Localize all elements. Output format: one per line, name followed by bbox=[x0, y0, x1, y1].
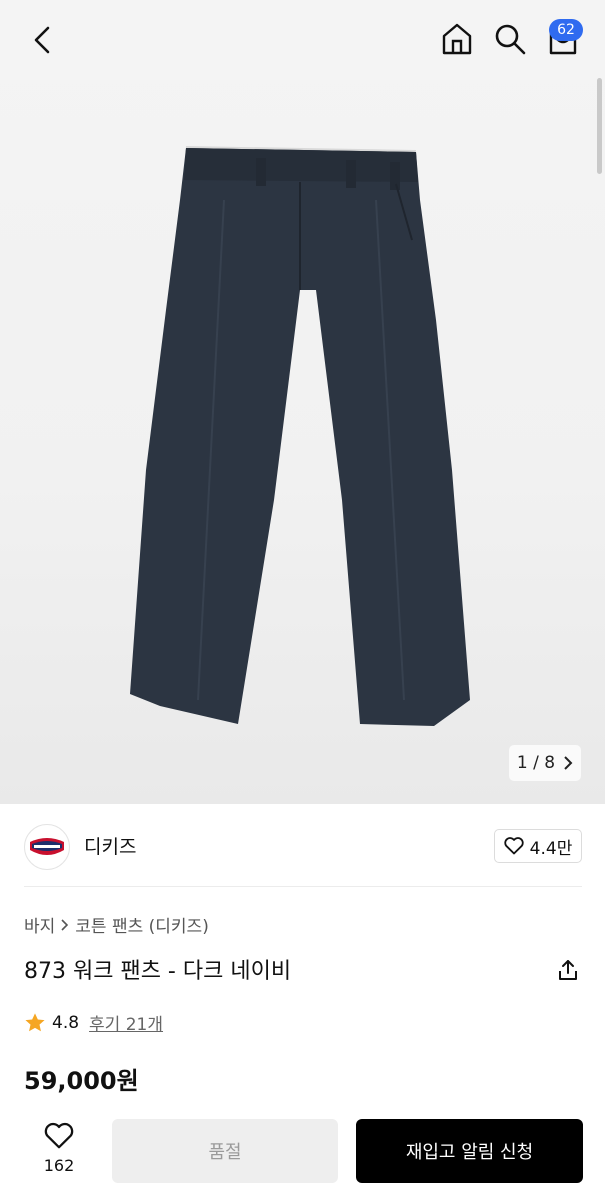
bottom-action-bar: 162 품절 재입고 알림 신청 bbox=[0, 1104, 605, 1200]
wishlist-button[interactable]: 162 bbox=[30, 1122, 88, 1182]
brand-row: 디키즈 4.4만 bbox=[0, 804, 605, 888]
heart-outline-icon bbox=[44, 1122, 74, 1149]
back-button[interactable] bbox=[22, 20, 62, 60]
search-button[interactable] bbox=[489, 18, 531, 60]
heart-outline-icon bbox=[504, 837, 524, 855]
chevron-right-icon bbox=[564, 756, 573, 770]
chevron-right-icon bbox=[61, 918, 69, 931]
pager-text: 1 / 8 bbox=[516, 753, 556, 773]
restock-alert-button[interactable]: 재입고 알림 신청 bbox=[356, 1119, 583, 1183]
brand-name[interactable]: 디키즈 bbox=[84, 832, 136, 859]
product-image-carousel[interactable]: 1 / 8 bbox=[0, 0, 605, 804]
breadcrumb: 바지 코튼 팬츠 (디키즈) bbox=[24, 912, 209, 937]
review-count-link[interactable]: 후기 21개 bbox=[89, 1010, 163, 1035]
divider bbox=[24, 886, 582, 887]
scrollbar[interactable] bbox=[597, 78, 602, 174]
home-icon bbox=[442, 23, 472, 55]
brand-logo[interactable] bbox=[24, 824, 70, 870]
home-button[interactable] bbox=[436, 18, 478, 60]
rating-row: 4.8 후기 21개 bbox=[24, 1010, 163, 1035]
product-title: 873 워크 팬츠 - 다크 네이비 bbox=[24, 959, 292, 984]
image-pager[interactable]: 1 / 8 bbox=[509, 745, 581, 781]
brand-like-count: 4.4만 bbox=[529, 838, 573, 859]
breadcrumb-item-cotton-pants[interactable]: 코튼 팬츠 (디키즈) bbox=[75, 912, 209, 937]
product-price: 59,000원 bbox=[24, 1067, 139, 1095]
product-image bbox=[130, 146, 470, 726]
share-button[interactable] bbox=[552, 954, 584, 986]
sold-out-button[interactable]: 품절 bbox=[112, 1119, 338, 1183]
top-navigation: 62 bbox=[0, 0, 605, 80]
search-icon bbox=[495, 24, 526, 55]
breadcrumb-item-pants[interactable]: 바지 bbox=[24, 912, 55, 937]
share-icon bbox=[559, 960, 577, 980]
chevron-left-icon bbox=[34, 26, 50, 54]
star-icon bbox=[25, 1012, 45, 1031]
wishlist-count: 162 bbox=[43, 1156, 75, 1175]
brand-like-button[interactable]: 4.4만 bbox=[494, 829, 582, 863]
cart-count-badge: 62 bbox=[549, 19, 583, 41]
dickies-logo bbox=[30, 838, 64, 855]
rating-value: 4.8 bbox=[52, 1012, 80, 1033]
